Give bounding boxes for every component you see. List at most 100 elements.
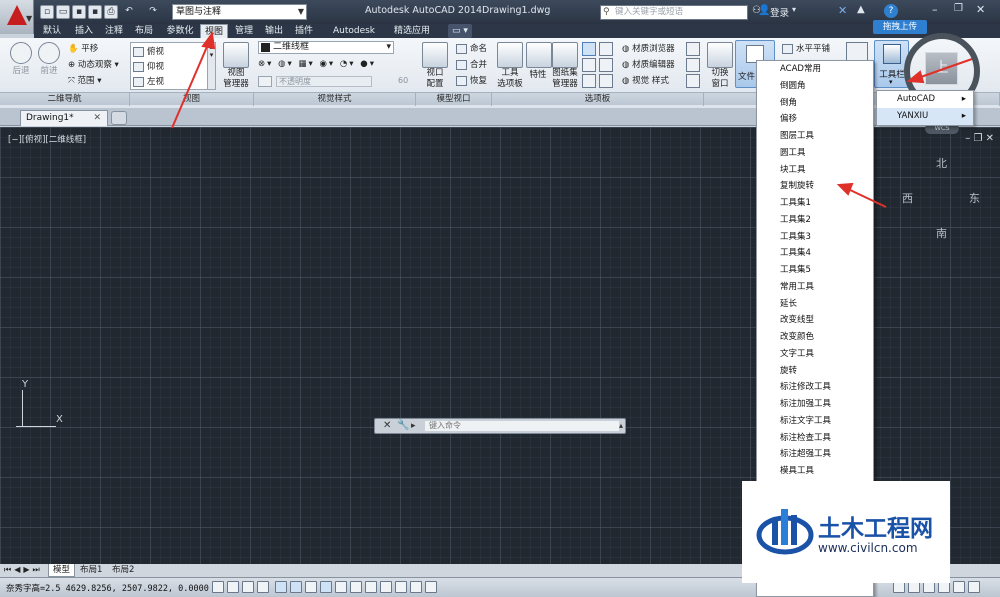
toolbar-menu-item[interactable]: 工具集5 (757, 262, 873, 279)
minimize-icon[interactable]: – (932, 3, 938, 16)
command-line[interactable]: ✕ 🔧 ▸ 键入命令 ▴ (374, 418, 626, 434)
toolbar-menu-item[interactable]: 复制旋转 (757, 178, 873, 195)
palette-icon[interactable] (582, 42, 596, 56)
palette-icon[interactable] (582, 74, 596, 88)
visual-style-select[interactable]: 二维线框 ▾ (258, 41, 394, 54)
palette-icon[interactable] (582, 58, 596, 72)
material-editor-button[interactable]: ◍ 材质编辑器 (622, 58, 675, 70)
layout-tab-model[interactable]: 模型 (48, 564, 76, 577)
opacity-input[interactable]: 不透明度 (276, 76, 372, 87)
toolbar-menu-item[interactable]: 标注超强工具 (757, 446, 873, 463)
palette-icon[interactable] (686, 58, 700, 72)
toolbar-menu-item[interactable]: 模具工具 (757, 463, 873, 480)
toolbar-menu-item[interactable]: 改变颜色 (757, 329, 873, 346)
material-browser-button[interactable]: ◍ 材质浏览器 (622, 42, 675, 54)
viewport-name-button[interactable]: 命名 (456, 42, 487, 54)
orbit-button[interactable]: ⊕ 动态观察 ▾ (68, 58, 119, 70)
toolbar-menu-item[interactable]: 偏移 (757, 111, 873, 128)
toolbar-menu-item[interactable]: 标注加强工具 (757, 396, 873, 413)
views-gallery[interactable]: 俯视 仰视 左视 ▴ ▾ (130, 42, 216, 90)
sheet-set-button[interactable]: 图纸集 管理器 (550, 42, 580, 90)
view-left[interactable]: 左视 (133, 75, 164, 87)
lineweight-icon[interactable] (335, 581, 347, 593)
toolbar-menu-item[interactable]: 旋转 (757, 363, 873, 380)
viewcube-top-face[interactable]: 上 (925, 52, 958, 85)
layout-nav-arrows[interactable]: ⏮◀▶⏭ (4, 565, 43, 575)
viewport-restore-button[interactable]: 恢复 (456, 74, 487, 86)
chevron-down-icon[interactable]: ▾ (792, 5, 796, 14)
submenu-item-autocad[interactable]: AutoCAD ▸ (877, 91, 973, 108)
viewport-config-button[interactable]: 视口 配置 (420, 42, 450, 90)
file-tab-drawing1[interactable]: Drawing1* ✕ (20, 110, 108, 126)
undo-icon[interactable]: ↶ (122, 5, 136, 19)
viewport-join-button[interactable]: 合并 (456, 58, 487, 70)
toolbar-menu-item[interactable]: 工具集1 (757, 195, 873, 212)
command-input[interactable]: 键入命令 (425, 421, 619, 431)
forward-button[interactable]: 前进 (34, 42, 64, 76)
ucs-icon[interactable] (305, 581, 317, 593)
exchange-icon[interactable]: ✕ (838, 4, 847, 17)
command-icon[interactable]: ▸ (411, 419, 416, 433)
customize-icon[interactable] (968, 581, 980, 593)
tab-view[interactable]: 视图 (200, 24, 228, 38)
tab-insert[interactable]: 插入 (70, 24, 98, 38)
toolbar-menu-item[interactable]: 块工具 (757, 162, 873, 179)
palette-icon[interactable] (686, 42, 700, 56)
wrench-icon[interactable]: 🔧 (397, 419, 409, 433)
layout-icon[interactable] (425, 581, 437, 593)
help-icon[interactable]: ? (884, 4, 898, 18)
toolbar-menu-item[interactable]: 文字工具 (757, 346, 873, 363)
compass-south[interactable]: 南 (936, 225, 947, 241)
pan-button[interactable]: ✋ 平移 (68, 42, 98, 54)
quick-properties-icon[interactable] (365, 581, 377, 593)
ortho-icon[interactable] (242, 581, 254, 593)
otrack-icon[interactable] (290, 581, 302, 593)
properties-button[interactable]: 特性 (526, 42, 552, 80)
layout-tab-layout2[interactable]: 布局2 (108, 564, 138, 577)
toolbar-menu-item[interactable]: 常用工具 (757, 279, 873, 296)
snap-icon[interactable] (212, 581, 224, 593)
submenu-item-yanxiu[interactable]: YANXIU ▸ (877, 108, 973, 125)
transparency-icon[interactable] (350, 581, 362, 593)
layout-tab-layout1[interactable]: 布局1 (76, 564, 106, 577)
compass-east[interactable]: 东 (969, 190, 980, 206)
gallery-scroll[interactable]: ▴ ▾ (207, 43, 215, 89)
tab-layout[interactable]: 布局 (130, 24, 158, 38)
annotation-monitor-icon[interactable] (395, 581, 407, 593)
toolbar-menu-item[interactable]: 工具集3 (757, 229, 873, 246)
palette-icon[interactable] (686, 74, 700, 88)
toolbar-menu-item[interactable]: 图层工具 (757, 128, 873, 145)
search-input[interactable]: ⚲ 键入关键字或短语 (600, 5, 748, 20)
saveas-icon[interactable]: ▪ (88, 5, 102, 19)
toolbar-menu-item[interactable]: 改变线型 (757, 312, 873, 329)
toolbar-menu-item[interactable]: 工具集4 (757, 245, 873, 262)
close-icon[interactable]: ✕ (976, 3, 985, 16)
palette-icon[interactable] (599, 58, 613, 72)
tab-featured-apps[interactable]: 精选应用 (390, 24, 434, 38)
tool-palettes-button[interactable]: 工具 选项板 (496, 42, 524, 90)
clean-screen-icon[interactable] (953, 581, 965, 593)
redo-icon[interactable]: ↷ (146, 5, 160, 19)
tab-plugins[interactable]: 插件 (290, 24, 318, 38)
print-icon[interactable]: ⎙ (104, 5, 118, 19)
user-icon[interactable]: 👤 (758, 5, 770, 16)
palette-icon[interactable] (599, 42, 613, 56)
connect-icon[interactable]: ▲ (857, 4, 865, 15)
tab-parametric[interactable]: 参数化 (162, 24, 198, 38)
polar-icon[interactable] (257, 581, 269, 593)
tab-annotate[interactable]: 注释 (100, 24, 128, 38)
toolbar-menu-item[interactable]: 圆工具 (757, 145, 873, 162)
toolbar-menu-item[interactable]: 倒角 (757, 95, 873, 112)
grid-icon[interactable] (227, 581, 239, 593)
tab-autodesk-360[interactable]: Autodesk 360 (324, 24, 384, 50)
osnap-icon[interactable] (275, 581, 287, 593)
switch-window-button[interactable]: 切换 窗口 (706, 42, 734, 90)
selection-cycling-icon[interactable] (380, 581, 392, 593)
view-manager-button[interactable]: 视图 管理器 (220, 42, 252, 90)
dyn-icon[interactable] (320, 581, 332, 593)
toolbar-menu-item[interactable]: 工具集2 (757, 212, 873, 229)
palette-icon[interactable] (599, 74, 613, 88)
open-icon[interactable]: ▭ (56, 5, 70, 19)
share-button[interactable]: 拖拽上传 (873, 20, 927, 34)
application-menu-button[interactable]: ▼ (0, 0, 34, 34)
